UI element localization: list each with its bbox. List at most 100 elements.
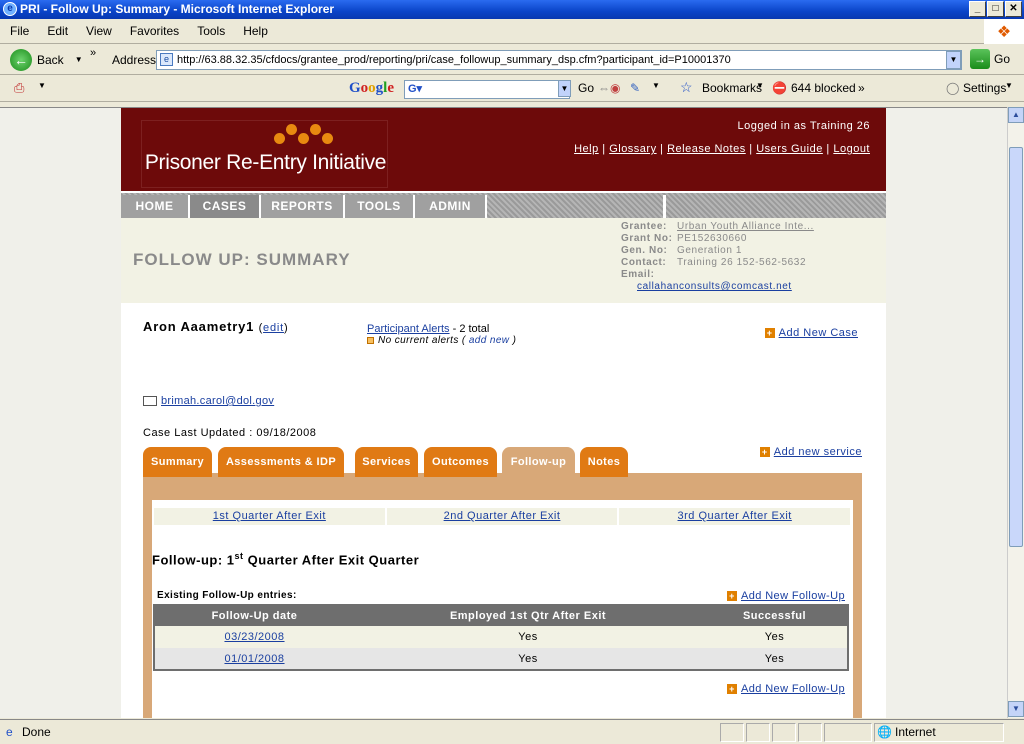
zone-panel: 🌐 Internet	[874, 723, 1004, 742]
participant-email-link[interactable]: brimah.carol@dol.gov	[161, 395, 274, 407]
grantee-link[interactable]: Urban Youth Alliance Inte...	[677, 221, 814, 232]
add-alert-link[interactable]: add new	[469, 335, 510, 346]
quarter-2-link[interactable]: 2nd Quarter After Exit	[444, 510, 561, 522]
tab-assessments[interactable]: Assessments & IDP	[218, 447, 344, 477]
tab-services[interactable]: Services	[355, 447, 418, 477]
google-go-button[interactable]: Go	[578, 81, 594, 95]
maximize-button[interactable]: □	[987, 1, 1004, 17]
logout-link[interactable]: Logout	[833, 143, 870, 155]
table-row: 01/01/2008 Yes Yes	[154, 648, 848, 670]
add-followup-link[interactable]: Add New Follow-Up	[741, 683, 845, 695]
settings-button[interactable]: Settings	[963, 81, 1006, 95]
acrobat-dropdown-icon[interactable]: ▼	[38, 81, 46, 90]
email-label: Email:	[621, 269, 655, 280]
plus-icon: +	[764, 328, 775, 339]
status-text: Done	[22, 725, 51, 739]
no-alerts-text: No current alerts (	[378, 335, 466, 346]
plus-icon: +	[759, 447, 770, 458]
date-cell: 01/01/2008	[154, 648, 354, 670]
tab-summary[interactable]: Summary	[143, 447, 212, 477]
back-dropdown-icon[interactable]: ▼	[75, 55, 83, 64]
menu-help[interactable]: Help	[243, 24, 268, 38]
menu-file[interactable]: File	[10, 24, 29, 38]
settings-icon: ◯	[946, 81, 960, 95]
logged-in-text: Logged in as Training 26	[737, 120, 870, 132]
followup-table: Follow-Up date Employed 1st Qtr After Ex…	[153, 604, 849, 671]
pagerank-icon[interactable]: ◉	[610, 81, 620, 95]
bookmark-star-icon: ☆	[680, 79, 693, 95]
address-dropdown-icon[interactable]: ▼	[946, 51, 961, 69]
google-search-input[interactable]: G▾	[404, 80, 570, 99]
bookmarks-dropdown-icon[interactable]: ▼	[756, 81, 764, 90]
window-title: PRI - Follow Up: Summary - Microsoft Int…	[20, 2, 335, 16]
tab-followup[interactable]: Follow-up	[502, 447, 575, 477]
edit-participant-link[interactable]: edit	[263, 322, 284, 334]
menu-view[interactable]: View	[86, 24, 112, 38]
glossary-link[interactable]: Glossary	[609, 143, 656, 155]
tab-notes[interactable]: Notes	[580, 447, 628, 477]
windows-logo-icon: ❖	[984, 19, 1024, 44]
minimize-button[interactable]: _	[969, 1, 986, 17]
quarter-2-cell: 2nd Quarter After Exit	[386, 508, 618, 525]
toolbar-more-icon[interactable]: »	[858, 81, 865, 95]
vertical-scrollbar[interactable]: ▲ ▼	[1007, 107, 1024, 718]
release-notes-link[interactable]: Release Notes	[667, 143, 746, 155]
go-button[interactable]: → Go	[970, 49, 1010, 69]
address-url: http://63.88.32.35/cfdocs/grantee_prod/r…	[177, 54, 731, 66]
add-new-service-link[interactable]: Add new service	[774, 446, 862, 458]
participant-email-row: brimah.carol@dol.gov	[143, 395, 274, 407]
go-arrow-icon: →	[970, 49, 990, 69]
tab-outcomes[interactable]: Outcomes	[424, 447, 497, 477]
menu-favorites[interactable]: Favorites	[130, 24, 179, 38]
help-link[interactable]: Help	[574, 143, 599, 155]
participant-name-row: Aron Aaametry1 (edit)	[143, 319, 289, 334]
scroll-thumb[interactable]	[1009, 147, 1023, 547]
bookmarks-button[interactable]: Bookmarks	[702, 81, 762, 95]
add-new-case: + Add New Case	[764, 327, 858, 339]
followup-date-link[interactable]: 01/01/2008	[224, 653, 284, 665]
add-new-case-link[interactable]: Add New Case	[779, 327, 858, 339]
nav-cases[interactable]: CASES	[190, 195, 261, 218]
address-input[interactable]: e http://63.88.32.35/cfdocs/grantee_prod…	[156, 50, 962, 70]
google-search-dropdown-icon[interactable]: ▼	[558, 80, 571, 97]
acrobat-icon[interactable]: ⎙	[14, 80, 24, 96]
add-followup-link[interactable]: Add New Follow-Up	[741, 590, 845, 602]
autofill-dropdown-icon[interactable]: ▼	[652, 81, 660, 90]
nav-reports[interactable]: REPORTS	[261, 195, 345, 218]
scroll-down-icon[interactable]: ▼	[1008, 701, 1024, 717]
page-icon: e	[160, 53, 173, 66]
alerts-row: Participant Alerts - 2 total	[367, 323, 489, 335]
nav-home[interactable]: HOME	[121, 195, 190, 218]
autofill-icon[interactable]: ✎	[630, 81, 640, 95]
close-button[interactable]: ✕	[1005, 1, 1022, 17]
case-last-updated: Case Last Updated : 09/18/2008	[143, 427, 317, 439]
quarter-3-cell: 3rd Quarter After Exit	[619, 508, 851, 525]
participant-alerts-link[interactable]: Participant Alerts	[367, 323, 450, 335]
nav-admin[interactable]: ADMIN	[415, 195, 487, 218]
settings-dropdown-icon[interactable]: ▼	[1005, 81, 1013, 90]
google-options-icon[interactable]: ⇔	[598, 81, 610, 95]
menu-edit[interactable]: Edit	[47, 24, 68, 38]
status-panel	[720, 723, 744, 742]
quarter-3-link[interactable]: 3rd Quarter After Exit	[678, 510, 792, 522]
site-logo[interactable]: Prisoner Re-Entry Initiative	[141, 120, 388, 188]
scroll-up-icon[interactable]: ▲	[1008, 107, 1024, 123]
followup-title-suffix: Quarter After Exit Quarter	[243, 552, 420, 568]
grant-no-label: Grant No:	[621, 233, 673, 244]
google-logo: Google	[349, 80, 395, 96]
gen-no-value: Generation 1	[677, 245, 743, 256]
back-button[interactable]: ← Back ▼	[10, 48, 83, 71]
add-new-service: + Add new service	[759, 446, 862, 458]
menu-tools[interactable]: Tools	[197, 24, 225, 38]
grantee-email-link[interactable]: callahanconsults@comcast.net	[637, 281, 792, 292]
nav-tools[interactable]: TOOLS	[345, 195, 415, 218]
followup-panel: 1st Quarter After Exit 2nd Quarter After…	[152, 500, 853, 718]
users-guide-link[interactable]: Users Guide	[756, 143, 823, 155]
popup-blocked-count[interactable]: 644 blocked	[791, 81, 856, 95]
plus-icon: +	[726, 684, 737, 695]
participant-name: Aron Aaametry1	[143, 319, 255, 334]
date-cell: 03/23/2008	[154, 626, 354, 648]
followup-date-link[interactable]: 03/23/2008	[224, 631, 284, 643]
quarter-1-link[interactable]: 1st Quarter After Exit	[213, 510, 326, 522]
toolbar-chevron-icon[interactable]: »	[90, 47, 96, 59]
